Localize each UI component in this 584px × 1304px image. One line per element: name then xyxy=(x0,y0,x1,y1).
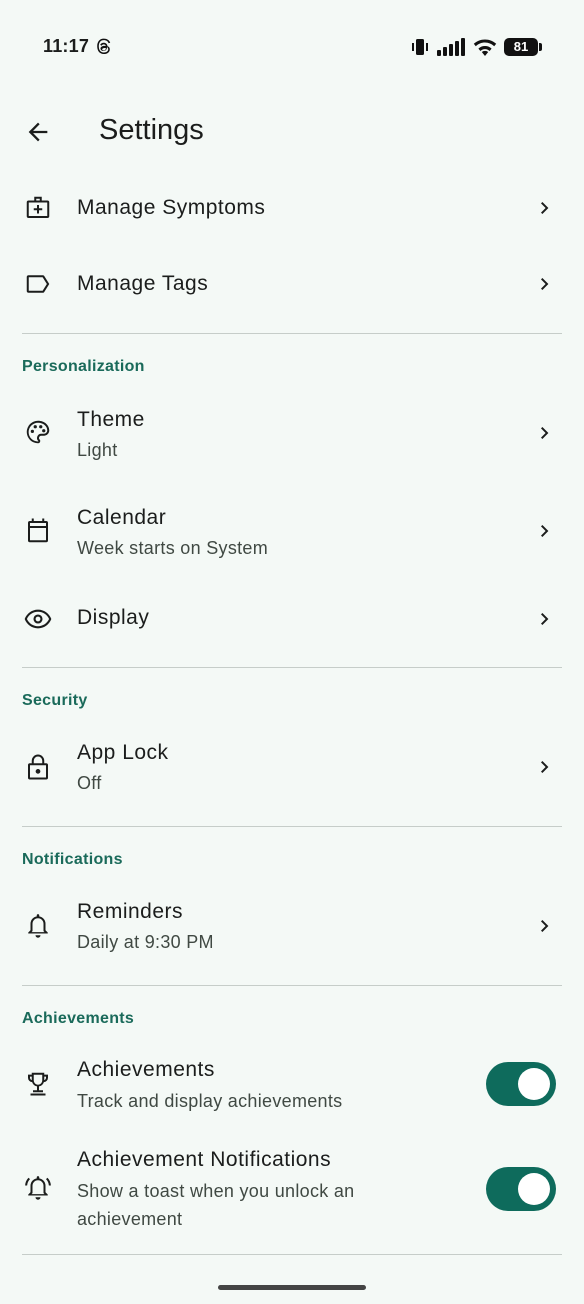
reminders-title: Reminders xyxy=(77,900,184,923)
threads-icon xyxy=(95,38,113,56)
vibrate-icon xyxy=(410,37,430,57)
eye-icon xyxy=(22,603,54,635)
back-button[interactable] xyxy=(18,112,58,152)
manage-symptoms-title: Manage Symptoms xyxy=(77,196,266,219)
signal-icon xyxy=(437,38,467,56)
chevron-right-icon xyxy=(533,196,557,220)
lock-icon xyxy=(22,751,54,783)
display-item[interactable]: Display xyxy=(0,584,584,656)
section-header-personalization: Personalization xyxy=(22,358,145,375)
divider xyxy=(22,667,562,668)
app-bar: Settings xyxy=(0,94,584,170)
calendar-item[interactable]: Calendar Week starts on System xyxy=(0,488,584,584)
manage-tags-title: Manage Tags xyxy=(77,272,209,295)
divider xyxy=(22,985,562,986)
theme-item[interactable]: Theme Light xyxy=(0,388,584,484)
tag-icon xyxy=(22,268,54,300)
medical-kit-icon xyxy=(22,192,54,224)
achievement-notifications-toggle[interactable] xyxy=(486,1167,556,1211)
reminders-subtitle: Daily at 9:30 PM xyxy=(77,932,214,952)
theme-subtitle: Light xyxy=(77,440,118,460)
achievements-item[interactable]: Achievements Track and display achieveme… xyxy=(0,1040,584,1130)
battery-indicator: 81 xyxy=(504,38,542,56)
app-lock-subtitle: Off xyxy=(77,773,102,793)
achievements-title: Achievements xyxy=(77,1058,215,1081)
page-title: Settings xyxy=(99,114,204,146)
chevron-right-icon xyxy=(533,421,557,445)
palette-icon xyxy=(22,416,54,448)
chevron-right-icon xyxy=(533,914,557,938)
home-indicator[interactable] xyxy=(218,1285,366,1290)
arrow-back-icon xyxy=(28,122,48,142)
section-header-notifications: Notifications xyxy=(22,851,123,868)
reminders-item[interactable]: Reminders Daily at 9:30 PM xyxy=(0,880,584,976)
status-bar: 11:17 81 xyxy=(0,0,584,94)
divider xyxy=(22,1254,562,1255)
battery-level: 81 xyxy=(504,38,538,56)
theme-title: Theme xyxy=(77,408,145,431)
app-lock-item[interactable]: App Lock Off xyxy=(0,722,584,818)
calendar-title: Calendar xyxy=(77,506,167,529)
chevron-right-icon xyxy=(533,755,557,779)
app-lock-title: App Lock xyxy=(77,741,169,764)
achievements-subtitle: Track and display achievements xyxy=(77,1091,343,1111)
section-header-security: Security xyxy=(22,692,88,709)
bell-icon xyxy=(22,910,54,942)
divider xyxy=(22,826,562,827)
chevron-right-icon xyxy=(533,607,557,631)
calendar-icon xyxy=(22,515,54,547)
calendar-subtitle: Week starts on System xyxy=(77,538,269,558)
toggle-knob xyxy=(518,1173,550,1205)
bell-ringing-icon xyxy=(22,1172,54,1204)
manage-symptoms-item[interactable]: Manage Symptoms xyxy=(0,170,584,246)
display-title: Display xyxy=(77,606,150,629)
achievement-notifications-subtitle: Show a toast when you unlock an achievem… xyxy=(77,1181,355,1229)
divider xyxy=(22,333,562,334)
chevron-right-icon xyxy=(533,272,557,296)
battery-tip xyxy=(539,43,542,51)
chevron-right-icon xyxy=(533,519,557,543)
status-time: 11:17 xyxy=(43,36,90,56)
achievements-toggle[interactable] xyxy=(486,1062,556,1106)
achievement-notifications-item[interactable]: Achievement Notifications Show a toast w… xyxy=(0,1138,584,1248)
section-header-achievements: Achievements xyxy=(22,1010,135,1027)
manage-tags-item[interactable]: Manage Tags xyxy=(0,246,584,322)
toggle-knob xyxy=(518,1068,550,1100)
achievement-notifications-title: Achievement Notifications xyxy=(77,1148,332,1171)
trophy-icon xyxy=(22,1068,54,1100)
wifi-icon xyxy=(473,37,497,57)
